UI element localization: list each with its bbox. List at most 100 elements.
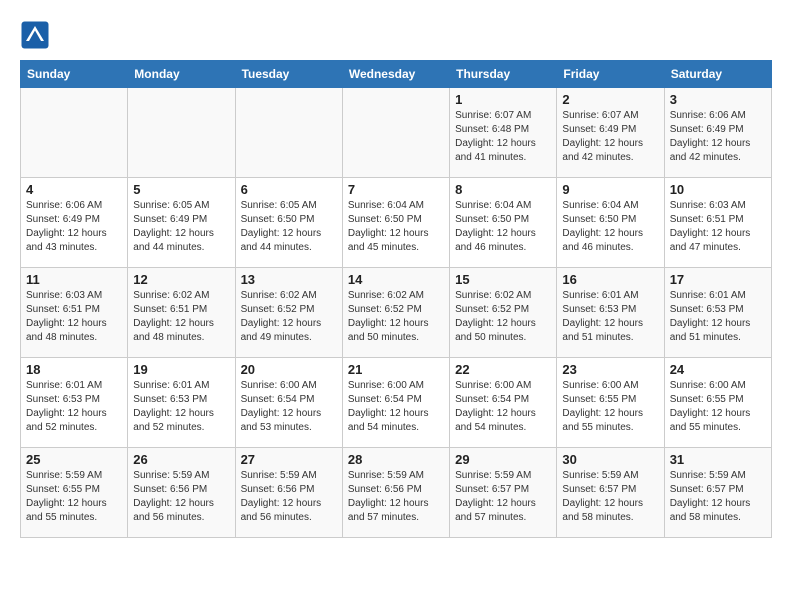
calendar-cell: 9Sunrise: 6:04 AM Sunset: 6:50 PM Daylig… <box>557 178 664 268</box>
calendar-cell: 27 Sunrise: 5:59 AM Sunset: 6:56 PM Dayli… <box>235 448 342 538</box>
calendar-cell <box>342 88 449 178</box>
day-number: 13 <box>241 272 337 287</box>
day-info: Sunrise: 6:01 AM Sunset: 6:53 PM Dayligh… <box>26 379 122 435</box>
day-info: Sunrise: 6:03 AM Sunset: 6:51 PM Dayligh… <box>26 289 122 345</box>
day-number: 30 <box>562 452 658 467</box>
day-number: 21 <box>348 362 444 377</box>
calendar-cell: 16 Sunrise: 6:01 AM Sunset: 6:53 PM Dayli… <box>557 268 664 358</box>
calendar-cell: 3 Sunrise: 6:06 AM Sunset: 6:49 PM Daylig… <box>664 88 771 178</box>
calendar-cell: 6 Sunrise: 6:05 AM Sunset: 6:50 PM Daylig… <box>235 178 342 268</box>
day-number: 27 <box>241 452 337 467</box>
col-header-wednesday: Wednesday <box>342 61 449 88</box>
calendar-cell: 13 Sunrise: 6:02 AM Sunset: 6:52 PM Dayli… <box>235 268 342 358</box>
day-info: Sunrise: 6:00 AM Sunset: 6:55 PM Dayligh… <box>670 379 766 435</box>
day-number: 18 <box>26 362 122 377</box>
calendar-cell: 11Sunrise: 6:03 AM Sunset: 6:51 PM Dayli… <box>21 268 128 358</box>
day-info: Sunrise: 6:02 AM Sunset: 6:52 PM Dayligh… <box>348 289 444 345</box>
day-info: Sunrise: 6:01 AM Sunset: 6:53 PM Dayligh… <box>670 289 766 345</box>
col-header-friday: Friday <box>557 61 664 88</box>
day-info: Sunrise: 6:00 AM Sunset: 6:54 PM Dayligh… <box>241 379 337 435</box>
logo-icon <box>20 20 50 50</box>
calendar-cell: 1 Sunrise: 6:07 AM Sunset: 6:48 PM Daylig… <box>450 88 557 178</box>
calendar-cell: 19 Sunrise: 6:01 AM Sunset: 6:53 PM Dayli… <box>128 358 235 448</box>
calendar-cell: 14 Sunrise: 6:02 AM Sunset: 6:52 PM Dayli… <box>342 268 449 358</box>
day-info: Sunrise: 6:00 AM Sunset: 6:55 PM Dayligh… <box>562 379 658 435</box>
day-info: Sunrise: 6:00 AM Sunset: 6:54 PM Dayligh… <box>348 379 444 435</box>
day-number: 24 <box>670 362 766 377</box>
day-number: 17 <box>670 272 766 287</box>
col-header-tuesday: Tuesday <box>235 61 342 88</box>
day-number: 3 <box>670 92 766 107</box>
col-header-thursday: Thursday <box>450 61 557 88</box>
day-number: 5 <box>133 182 229 197</box>
day-number: 12 <box>133 272 229 287</box>
day-info: Sunrise: 5:59 AM Sunset: 6:56 PM Dayligh… <box>348 469 444 525</box>
calendar-cell: 7 Sunrise: 6:04 AM Sunset: 6:50 PM Daylig… <box>342 178 449 268</box>
day-number: 4 <box>26 182 122 197</box>
calendar-cell: 2Sunrise: 6:07 AM Sunset: 6:49 PM Daylig… <box>557 88 664 178</box>
calendar-cell: 31 Sunrise: 5:59 AM Sunset: 6:57 PM Dayli… <box>664 448 771 538</box>
day-number: 16 <box>562 272 658 287</box>
day-info: Sunrise: 6:02 AM Sunset: 6:51 PM Dayligh… <box>133 289 229 345</box>
logo <box>20 20 54 50</box>
calendar-week-2: 4 Sunrise: 6:06 AM Sunset: 6:49 PM Daylig… <box>21 178 772 268</box>
day-number: 10 <box>670 182 766 197</box>
day-number: 15 <box>455 272 551 287</box>
calendar-cell: 18 Sunrise: 6:01 AM Sunset: 6:53 PM Dayli… <box>21 358 128 448</box>
calendar-cell: 24 Sunrise: 6:00 AM Sunset: 6:55 PM Dayli… <box>664 358 771 448</box>
day-number: 7 <box>348 182 444 197</box>
day-info: Sunrise: 6:02 AM Sunset: 6:52 PM Dayligh… <box>455 289 551 345</box>
calendar-cell: 5 Sunrise: 6:05 AM Sunset: 6:49 PM Daylig… <box>128 178 235 268</box>
day-info: Sunrise: 5:59 AM Sunset: 6:57 PM Dayligh… <box>670 469 766 525</box>
calendar-cell: 8 Sunrise: 6:04 AM Sunset: 6:50 PM Daylig… <box>450 178 557 268</box>
day-number: 2 <box>562 92 658 107</box>
calendar-cell: 25Sunrise: 5:59 AM Sunset: 6:55 PM Dayli… <box>21 448 128 538</box>
calendar-cell <box>235 88 342 178</box>
calendar-week-5: 25Sunrise: 5:59 AM Sunset: 6:55 PM Dayli… <box>21 448 772 538</box>
day-info: Sunrise: 6:04 AM Sunset: 6:50 PM Dayligh… <box>455 199 551 255</box>
day-info: Sunrise: 6:04 AM Sunset: 6:50 PM Dayligh… <box>562 199 658 255</box>
day-info: Sunrise: 6:00 AM Sunset: 6:54 PM Dayligh… <box>455 379 551 435</box>
day-info: Sunrise: 6:02 AM Sunset: 6:52 PM Dayligh… <box>241 289 337 345</box>
calendar-cell: 26 Sunrise: 5:59 AM Sunset: 6:56 PM Dayli… <box>128 448 235 538</box>
calendar-cell: 10 Sunrise: 6:03 AM Sunset: 6:51 PM Dayli… <box>664 178 771 268</box>
day-number: 8 <box>455 182 551 197</box>
day-info: Sunrise: 6:07 AM Sunset: 6:48 PM Dayligh… <box>455 109 551 165</box>
day-info: Sunrise: 6:01 AM Sunset: 6:53 PM Dayligh… <box>133 379 229 435</box>
day-number: 14 <box>348 272 444 287</box>
calendar-cell: 22Sunrise: 6:00 AM Sunset: 6:54 PM Dayli… <box>450 358 557 448</box>
day-number: 1 <box>455 92 551 107</box>
day-number: 25 <box>26 452 122 467</box>
calendar-week-3: 11Sunrise: 6:03 AM Sunset: 6:51 PM Dayli… <box>21 268 772 358</box>
calendar-cell <box>128 88 235 178</box>
calendar-table: SundayMondayTuesdayWednesdayThursdayFrid… <box>20 60 772 538</box>
day-info: Sunrise: 6:03 AM Sunset: 6:51 PM Dayligh… <box>670 199 766 255</box>
day-number: 29 <box>455 452 551 467</box>
day-number: 20 <box>241 362 337 377</box>
day-info: Sunrise: 6:05 AM Sunset: 6:50 PM Dayligh… <box>241 199 337 255</box>
calendar-cell: 30Sunrise: 5:59 AM Sunset: 6:57 PM Dayli… <box>557 448 664 538</box>
page-header <box>20 20 772 50</box>
day-info: Sunrise: 6:01 AM Sunset: 6:53 PM Dayligh… <box>562 289 658 345</box>
day-number: 19 <box>133 362 229 377</box>
calendar-cell: 21 Sunrise: 6:00 AM Sunset: 6:54 PM Dayli… <box>342 358 449 448</box>
day-number: 26 <box>133 452 229 467</box>
calendar-cell: 4 Sunrise: 6:06 AM Sunset: 6:49 PM Daylig… <box>21 178 128 268</box>
calendar-week-1: 1 Sunrise: 6:07 AM Sunset: 6:48 PM Daylig… <box>21 88 772 178</box>
day-info: Sunrise: 6:06 AM Sunset: 6:49 PM Dayligh… <box>670 109 766 165</box>
calendar-cell: 12 Sunrise: 6:02 AM Sunset: 6:51 PM Dayli… <box>128 268 235 358</box>
calendar-cell <box>21 88 128 178</box>
day-number: 31 <box>670 452 766 467</box>
day-info: Sunrise: 6:04 AM Sunset: 6:50 PM Dayligh… <box>348 199 444 255</box>
day-number: 23 <box>562 362 658 377</box>
day-info: Sunrise: 6:05 AM Sunset: 6:49 PM Dayligh… <box>133 199 229 255</box>
col-header-saturday: Saturday <box>664 61 771 88</box>
calendar-cell: 20 Sunrise: 6:00 AM Sunset: 6:54 PM Dayli… <box>235 358 342 448</box>
day-info: Sunrise: 5:59 AM Sunset: 6:56 PM Dayligh… <box>241 469 337 525</box>
calendar-cell: 23 Sunrise: 6:00 AM Sunset: 6:55 PM Dayli… <box>557 358 664 448</box>
col-header-sunday: Sunday <box>21 61 128 88</box>
day-number: 28 <box>348 452 444 467</box>
day-number: 6 <box>241 182 337 197</box>
day-info: Sunrise: 6:06 AM Sunset: 6:49 PM Dayligh… <box>26 199 122 255</box>
day-info: Sunrise: 5:59 AM Sunset: 6:56 PM Dayligh… <box>133 469 229 525</box>
